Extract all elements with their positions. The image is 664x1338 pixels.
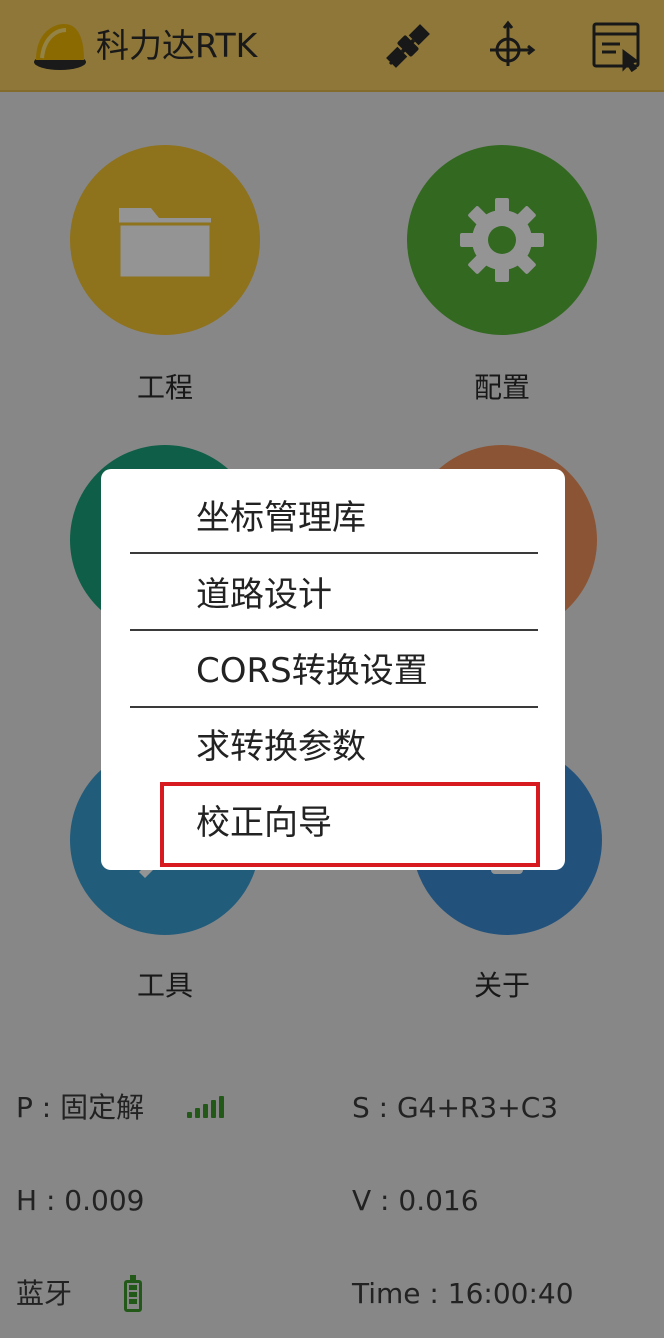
popup-menu: 坐标管理库 道路设计 CORS转换设置 求转换参数 校正向导 [101, 469, 565, 870]
menu-item-coordinate-library[interactable]: 坐标管理库 [196, 495, 366, 541]
highlight-box [160, 782, 540, 867]
menu-item-cors-settings[interactable]: CORS转换设置 [196, 648, 428, 694]
menu-item-transform-params[interactable]: 求转换参数 [196, 724, 366, 770]
menu-item-road-design[interactable]: 道路设计 [196, 572, 332, 618]
menu-divider [130, 629, 538, 631]
menu-divider [130, 552, 538, 554]
menu-divider [130, 706, 538, 708]
